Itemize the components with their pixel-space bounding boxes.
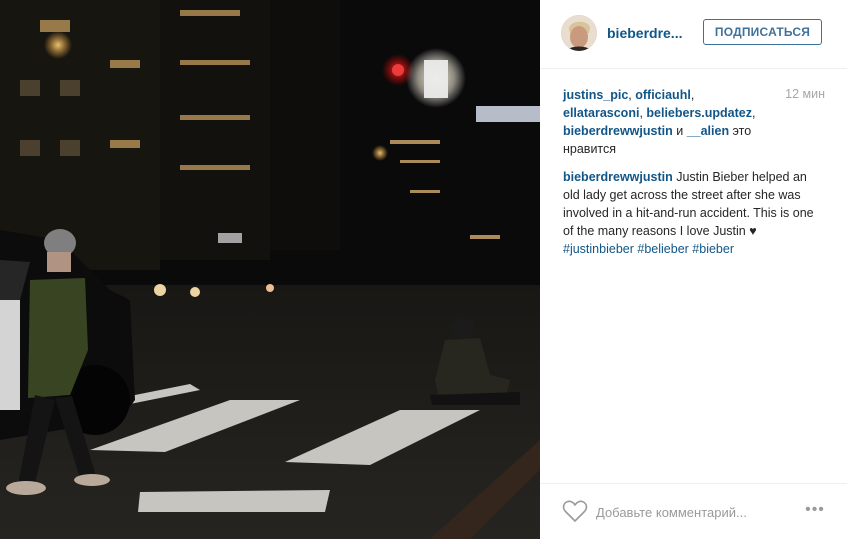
caption-author[interactable]: bieberdrewwjustin	[563, 170, 673, 184]
post-username[interactable]: bieberdre...	[607, 25, 682, 41]
comment-bar: •••	[540, 483, 847, 540]
likes-separator: ,	[690, 88, 695, 102]
like-user-link[interactable]: officiauhl	[635, 88, 691, 102]
post-photo[interactable]	[0, 0, 540, 539]
follow-button[interactable]: ПОДПИСАТЬСЯ	[703, 19, 822, 45]
street-photo	[0, 0, 540, 539]
comment-input[interactable]	[596, 502, 796, 522]
like-user-link[interactable]: bieberdrewwjustin	[563, 124, 673, 138]
like-user-link[interactable]: ellatarasconi	[563, 106, 639, 120]
ellipsis-icon[interactable]: •••	[803, 502, 827, 522]
post-timestamp[interactable]: 12 мин	[785, 87, 825, 101]
like-user-link[interactable]: beliebers.updatez	[646, 106, 752, 120]
heart-outline-icon[interactable]	[562, 499, 588, 523]
likes-section: justins_pic, officiauhl, ellatarasconi, …	[563, 86, 773, 158]
post-caption: bieberdrewwjustin Justin Bieber helped a…	[563, 168, 825, 258]
hashtag-link[interactable]: #bieber	[692, 242, 734, 256]
like-user-link[interactable]: justins_pic	[563, 88, 628, 102]
avatar[interactable]	[561, 15, 597, 51]
hashtag-link[interactable]: #belieber	[637, 242, 688, 256]
hashtag-link[interactable]: #justinbieber	[563, 242, 634, 256]
post-sidebar: bieberdre... ПОДПИСАТЬСЯ justins_pic, of…	[540, 0, 847, 539]
likes-separator: ,	[751, 106, 756, 120]
likes-and: и	[672, 124, 687, 138]
post-header: bieberdre... ПОДПИСАТЬСЯ	[540, 0, 847, 69]
like-user-link[interactable]: __alien	[687, 124, 729, 138]
